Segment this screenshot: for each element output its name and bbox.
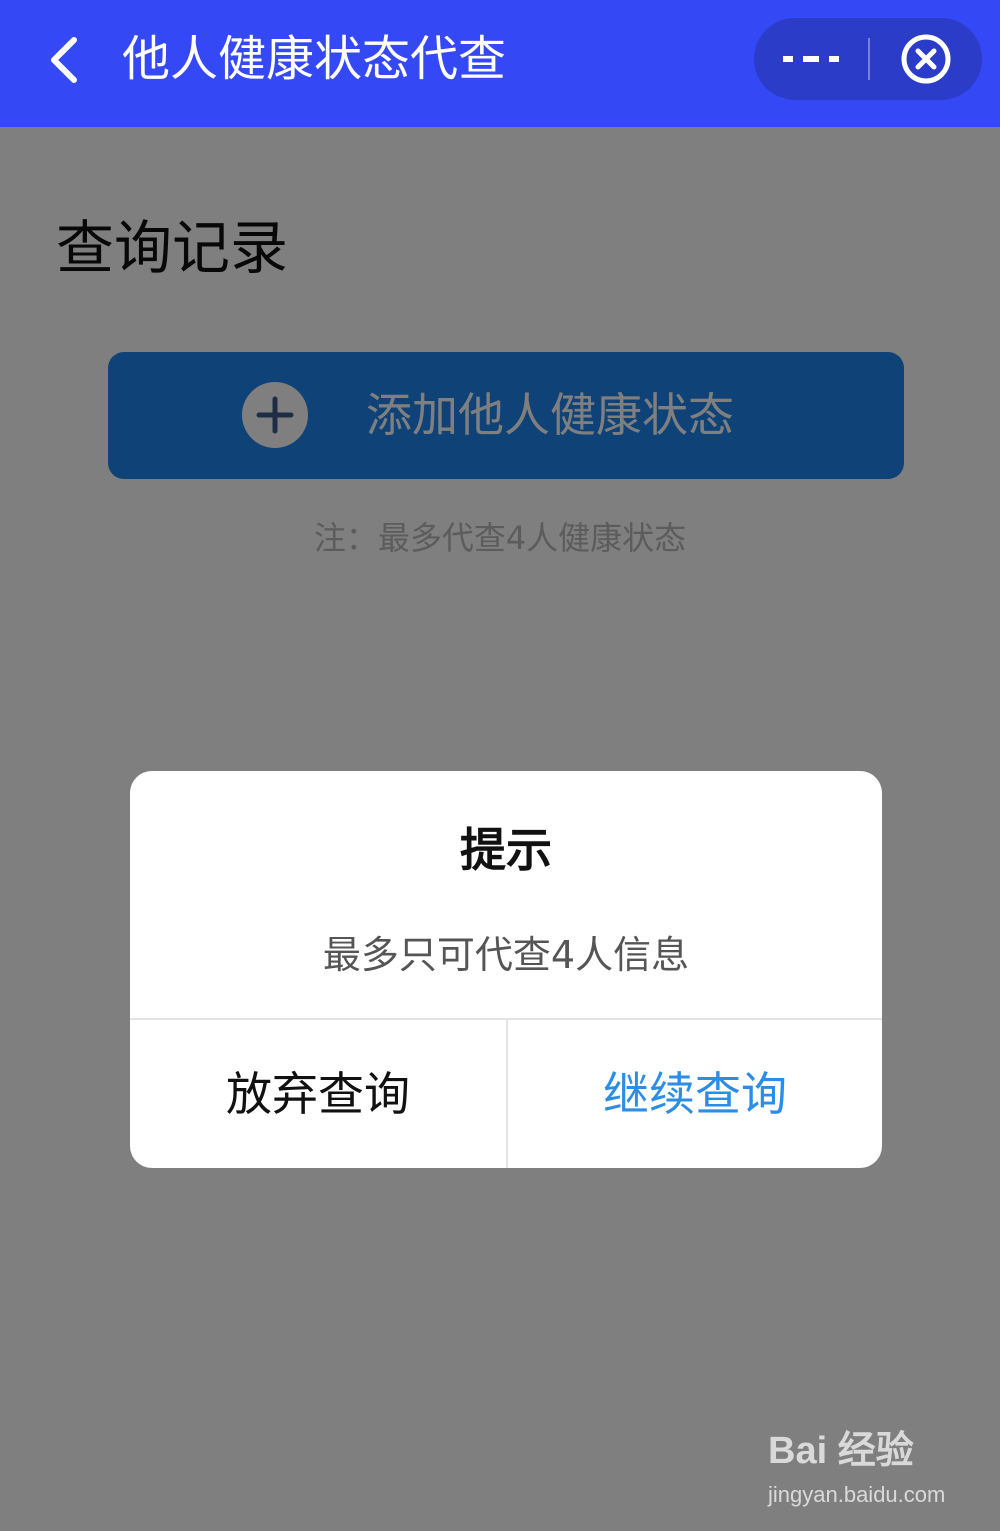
back-button[interactable] bbox=[36, 34, 92, 86]
watermark-brand: Bai 经验 bbox=[768, 1430, 914, 1472]
abandon-query-button[interactable]: 放弃查询 bbox=[130, 1020, 506, 1168]
chevron-left-icon bbox=[51, 37, 77, 83]
dialog-message: 最多只可代查4人信息 bbox=[322, 933, 690, 977]
dialog-title: 提示 bbox=[460, 823, 552, 877]
app-root: 他人健康状态代查 查询记录 bbox=[0, 0, 1000, 1531]
alert-dialog: 提示 最多只可代查4人信息 放弃查询 继续查询 bbox=[130, 771, 882, 1168]
more-button[interactable] bbox=[754, 18, 868, 100]
continue-query-button[interactable]: 继续查询 bbox=[508, 1020, 882, 1168]
close-circle-icon bbox=[901, 34, 951, 84]
page-title: 他人健康状态代查 bbox=[122, 31, 507, 87]
mini-program-capsule bbox=[754, 18, 982, 100]
baidu-jingyan-watermark: Bai 经验 jingyan.baidu.com bbox=[768, 1426, 958, 1514]
close-button[interactable] bbox=[870, 18, 982, 100]
watermark-url: jingyan.baidu.com bbox=[768, 1482, 946, 1507]
header-bar: 他人健康状态代查 bbox=[0, 0, 1000, 127]
more-dots-icon bbox=[783, 56, 839, 62]
